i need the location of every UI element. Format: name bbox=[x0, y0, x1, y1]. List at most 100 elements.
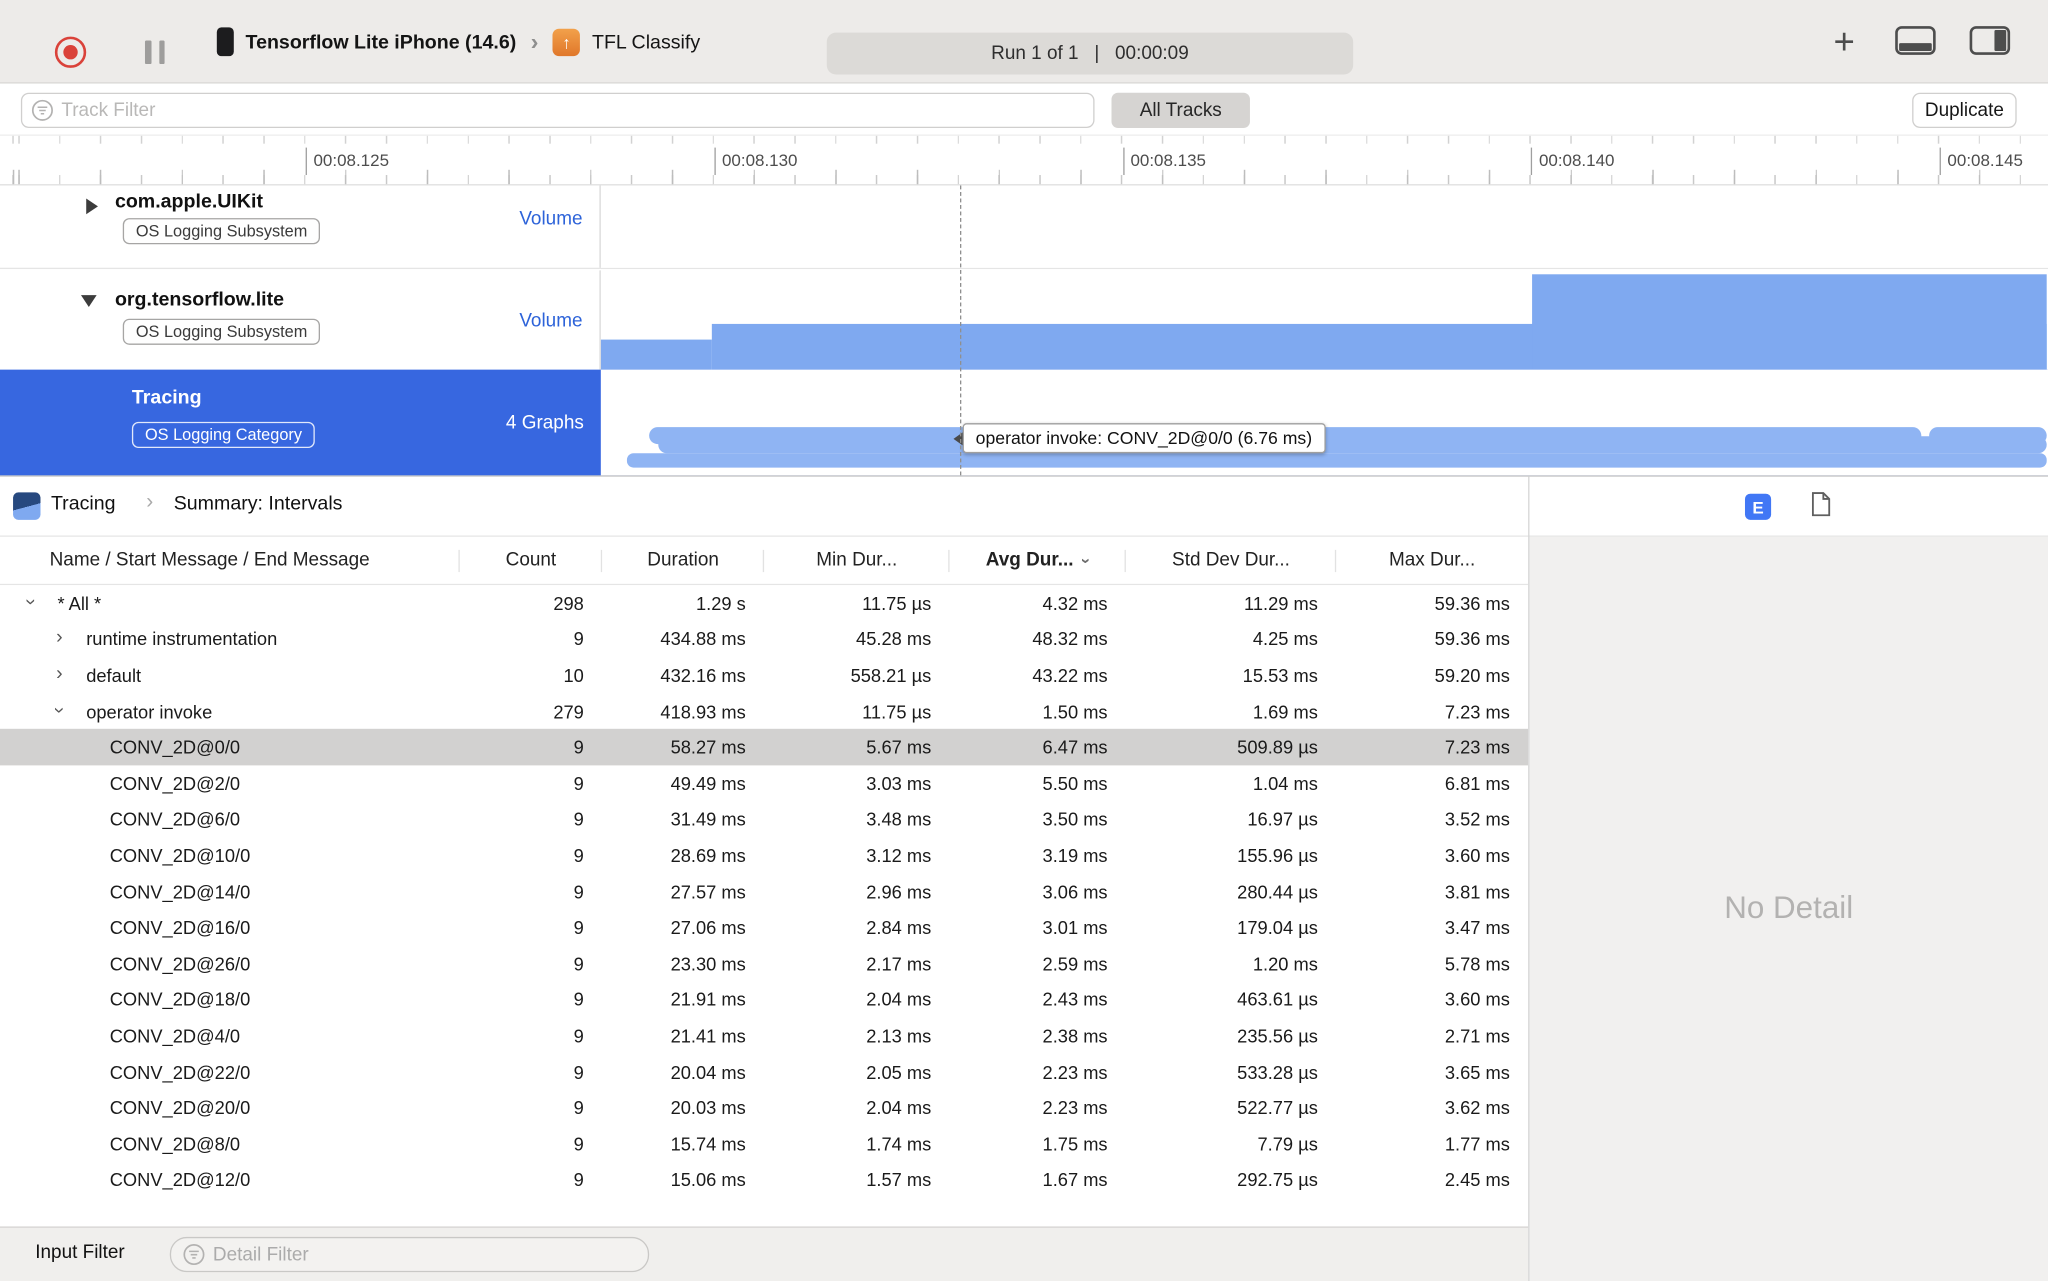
track-tracing-selected[interactable]: Tracing OS Logging Category 4 Graphs ope… bbox=[0, 369, 2048, 476]
row-value: 21.41 ms bbox=[670, 1025, 746, 1047]
column-header-avg-dur[interactable]: Avg Dur... › bbox=[950, 537, 1126, 584]
row-name: CONV_2D@6/0 bbox=[109, 808, 241, 830]
table-row[interactable]: › default 10 432.16 ms 558.21 µs 43.22 ms 15.5… bbox=[0, 657, 1528, 693]
table-row[interactable]: CONV_2D@4/0 9 21.41 ms 2.13 ms 2.38 ms 235.56… bbox=[0, 1018, 1528, 1054]
row-value: 31.49 ms bbox=[670, 808, 746, 830]
table-row[interactable]: CONV_2D@22/0 9 20.04 ms 2.05 ms 2.23 ms 533.2… bbox=[0, 1054, 1528, 1090]
table-row[interactable]: CONV_2D@16/0 9 27.06 ms 2.84 ms 3.01 ms 179.0… bbox=[0, 910, 1528, 946]
duplicate-button[interactable]: Duplicate bbox=[1912, 92, 2017, 128]
track-stat-label[interactable]: Volume bbox=[519, 209, 582, 230]
column-header-max-dur[interactable]: Max Dur... bbox=[1336, 537, 1528, 584]
column-header-duration[interactable]: Duration bbox=[602, 537, 765, 584]
row-value: 1.04 ms bbox=[1252, 772, 1318, 794]
row-value: 3.06 ms bbox=[1042, 881, 1108, 902]
row-name: CONV_2D@4/0 bbox=[109, 1025, 241, 1047]
table-row[interactable]: › * All * 298 1.29 s 11.75 µs 4.32 ms 11.29 ms… bbox=[0, 585, 1528, 621]
table-row[interactable]: CONV_2D@26/0 9 23.30 ms 2.17 ms 2.59 ms 1.20 … bbox=[0, 946, 1528, 982]
row-value: 4.32 ms bbox=[1042, 592, 1108, 614]
track-com-apple-uikit[interactable]: com.apple.UIKit OS Logging Subsystem Vol… bbox=[0, 185, 2048, 270]
track-filter-input[interactable] bbox=[61, 99, 1094, 121]
disclosure-collapsed-icon[interactable]: › bbox=[56, 628, 63, 648]
no-detail-label: No Detail bbox=[1724, 890, 1854, 927]
table-row[interactable]: CONV_2D@14/0 9 27.57 ms 2.96 ms 3.06 ms 280.4… bbox=[0, 873, 1528, 909]
row-value: 2.96 ms bbox=[866, 881, 932, 902]
row-value: 11.29 ms bbox=[1244, 592, 1318, 614]
disclosure-expanded-icon[interactable]: › bbox=[20, 598, 42, 605]
pane-divider[interactable] bbox=[1528, 476, 1530, 1281]
row-value: 9 bbox=[573, 917, 584, 938]
add-instrument-button[interactable]: + bbox=[1825, 18, 1864, 65]
table-row[interactable]: CONV_2D@12/0 9 15.06 ms 1.57 ms 1.67 ms 292.7… bbox=[0, 1162, 1528, 1198]
target-selector[interactable]: Tensorflow Lite iPhone (14.6) › ↑ TFL Cl… bbox=[216, 0, 700, 84]
disclosure-expanded-icon[interactable]: › bbox=[48, 706, 70, 713]
extended-detail-button[interactable]: E bbox=[1744, 493, 1772, 520]
disclosure-collapsed-icon[interactable] bbox=[86, 198, 98, 215]
track-type-badge: OS Logging Category bbox=[131, 421, 316, 448]
column-header-min-dur[interactable]: Min Dur... bbox=[764, 537, 950, 584]
row-name: operator invoke bbox=[86, 700, 213, 722]
row-value: 292.75 µs bbox=[1237, 1169, 1318, 1191]
breadcrumb-root[interactable]: Tracing bbox=[51, 492, 116, 514]
disclosure-collapsed-icon[interactable]: › bbox=[56, 664, 63, 684]
track-filter-bar: All Tracks Duplicate bbox=[0, 83, 2048, 136]
table-row[interactable]: CONV_2D@2/0 9 49.49 ms 3.03 ms 5.50 ms 1.04 m… bbox=[0, 765, 1528, 801]
toggle-right-pane-button[interactable] bbox=[1969, 26, 2011, 55]
table-row[interactable]: CONV_2D@10/0 9 28.69 ms 3.12 ms 3.19 ms 155.9… bbox=[0, 837, 1528, 873]
track-header[interactable]: com.apple.UIKit OS Logging Subsystem Vol… bbox=[0, 185, 601, 268]
interval-bar[interactable] bbox=[658, 436, 2047, 454]
tracing-intervals-graph[interactable]: operator invoke: CONV_2D@0/0 (6.76 ms) bbox=[600, 369, 2048, 476]
breadcrumb-current[interactable]: Summary: Intervals bbox=[174, 492, 343, 514]
table-row[interactable]: CONV_2D@18/0 9 21.91 ms 2.04 ms 2.43 ms 463.6… bbox=[0, 982, 1528, 1018]
column-header-name[interactable]: Name / Start Message / End Message bbox=[0, 537, 460, 584]
toggle-bottom-pane-button[interactable] bbox=[1895, 26, 1936, 55]
row-value: 9 bbox=[573, 736, 584, 758]
row-value: 1.75 ms bbox=[1042, 1133, 1108, 1155]
row-value: 59.36 ms bbox=[1434, 628, 1510, 650]
track-header[interactable]: org.tensorflow.lite OS Logging Subsystem… bbox=[0, 270, 601, 370]
row-name: CONV_2D@26/0 bbox=[109, 953, 251, 975]
track-stat-label[interactable]: 4 Graphs bbox=[506, 413, 584, 434]
table-row[interactable]: › operator invoke 279 418.93 ms 11.75 µs 1.50… bbox=[0, 693, 1528, 729]
row-value: 48.32 ms bbox=[1032, 628, 1108, 650]
all-tracks-button[interactable]: All Tracks bbox=[1111, 92, 1250, 128]
detail-filter-input[interactable] bbox=[212, 1244, 648, 1265]
record-button[interactable] bbox=[54, 36, 87, 68]
tracing-instrument-icon bbox=[13, 492, 41, 520]
row-value: 11.75 µs bbox=[862, 700, 932, 722]
table-row[interactable]: › runtime instrumentation 9 434.88 ms 45.28 … bbox=[0, 621, 1528, 657]
row-value: 3.01 ms bbox=[1042, 917, 1108, 938]
column-header-std-dev-dur[interactable]: Std Dev Dur... bbox=[1126, 537, 1337, 584]
row-value: 179.04 µs bbox=[1237, 917, 1318, 938]
track-type-badge: OS Logging Subsystem bbox=[122, 218, 321, 245]
uikit-volume-graph[interactable] bbox=[600, 185, 2048, 268]
track-header[interactable]: Tracing OS Logging Category 4 Graphs bbox=[0, 370, 601, 476]
track-stat-label[interactable]: Volume bbox=[519, 311, 582, 332]
track-area: com.apple.UIKit OS Logging Subsystem Vol… bbox=[0, 185, 2048, 476]
track-org-tensorflow-lite[interactable]: org.tensorflow.lite OS Logging Subsystem… bbox=[0, 270, 2048, 370]
row-value: 20.03 ms bbox=[670, 1097, 746, 1119]
interval-bar[interactable] bbox=[626, 453, 2047, 468]
detail-filter-field[interactable] bbox=[169, 1236, 650, 1273]
detail-filter-bar: Input Filter bbox=[0, 1226, 1529, 1281]
disclosure-expanded-icon[interactable] bbox=[80, 295, 97, 307]
column-header-count[interactable]: Count bbox=[460, 537, 603, 584]
summary-table-header: Name / Start Message / End Message Count… bbox=[0, 536, 1529, 586]
timeline-ruler[interactable]: 00:08.125 00:08.130 00:08.135 00:08.140 00:0… bbox=[0, 135, 2048, 186]
document-icon[interactable] bbox=[1810, 491, 1831, 524]
target-device-name[interactable]: Tensorflow Lite iPhone (14.6) bbox=[246, 31, 517, 53]
tensorflow-volume-graph[interactable] bbox=[600, 270, 2048, 370]
row-value: 558.21 µs bbox=[850, 664, 932, 686]
table-row[interactable]: CONV_2D@0/0 9 58.27 ms 5.67 ms 6.47 ms 509.89… bbox=[0, 729, 1529, 766]
row-name: * All * bbox=[57, 592, 102, 614]
table-row[interactable]: CONV_2D@20/0 9 20.03 ms 2.04 ms 2.23 ms 522.7… bbox=[0, 1090, 1528, 1126]
row-value: 9 bbox=[573, 808, 584, 830]
track-name: org.tensorflow.lite bbox=[114, 288, 285, 311]
target-app-name[interactable]: TFL Classify bbox=[592, 31, 700, 53]
track-filter-field[interactable] bbox=[20, 92, 1095, 128]
row-value: 3.62 ms bbox=[1444, 1097, 1510, 1119]
table-row[interactable]: CONV_2D@8/0 9 15.74 ms 1.74 ms 1.75 ms 7.79 µ… bbox=[0, 1126, 1528, 1162]
row-value: 59.36 ms bbox=[1434, 592, 1510, 614]
row-value: 9 bbox=[573, 953, 584, 975]
pause-button[interactable] bbox=[144, 40, 165, 64]
table-row[interactable]: CONV_2D@6/0 9 31.49 ms 3.48 ms 3.50 ms 16.97 … bbox=[0, 801, 1528, 837]
